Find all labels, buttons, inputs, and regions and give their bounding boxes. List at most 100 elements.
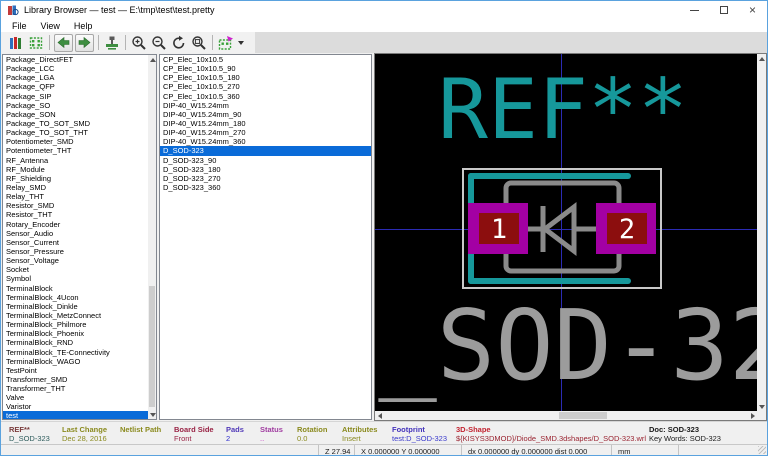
library-list-item[interactable]: TerminalBlock_WAGO (3, 357, 148, 366)
footprint-list-item[interactable]: D_SOD-323 (160, 146, 371, 155)
info-field-value: test:D_SOD-323 (392, 434, 447, 443)
scrollbar-thumb[interactable] (559, 412, 607, 419)
zoom-in-button[interactable] (129, 33, 149, 52)
library-list-item[interactable]: RF_Antenna (3, 156, 148, 165)
canvas-vscrollbar[interactable] (757, 54, 766, 411)
footprint-list: CP_Elec_10x10.5CP_Elec_10x10.5_90CP_Elec… (159, 54, 372, 420)
chevron-down-icon (238, 41, 244, 45)
scroll-up-arrow[interactable] (757, 54, 766, 63)
canvas-hscrollbar[interactable] (375, 411, 757, 420)
show-3d-viewer-button[interactable] (216, 33, 236, 52)
library-list-item[interactable]: Potentiometer_SMD (3, 137, 148, 146)
insert-footprint-button[interactable] (102, 33, 122, 52)
library-list-item[interactable]: TerminalBlock_TE-Connectivity (3, 348, 148, 357)
redraw-view-button[interactable] (169, 33, 189, 52)
library-list-item[interactable]: Sensor_Voltage (3, 256, 148, 265)
minimize-icon (690, 10, 699, 11)
close-button[interactable]: × (738, 1, 767, 19)
library-list-item[interactable]: Package_DirectFET (3, 55, 148, 64)
library-list-item[interactable]: Package_TO_SOT_THT (3, 128, 148, 137)
library-list-item[interactable]: TerminalBlock_4Ucon (3, 293, 148, 302)
footprint-list-item[interactable]: D_SOD-323_270 (160, 174, 371, 183)
relative-position: dx 0.000000 dy 0.000000 dist 0.000 (461, 445, 611, 455)
3d-viewer-icon (218, 35, 234, 51)
minimize-button[interactable] (680, 1, 709, 19)
zoom-fit-icon (191, 35, 207, 51)
library-list-item[interactable]: TerminalBlock (3, 284, 148, 293)
footprint-list-item[interactable]: DIP-40_W15.24mm_180 (160, 119, 371, 128)
footprint-list-item[interactable]: CP_Elec_10x10.5_90 (160, 64, 371, 73)
footprint-list-item[interactable]: CP_Elec_10x10.5_360 (160, 92, 371, 101)
library-list-item[interactable]: TerminalBlock_MetzConnect (3, 311, 148, 320)
select-library-button[interactable] (6, 33, 26, 52)
scroll-up-arrow[interactable] (148, 55, 157, 64)
previous-footprint-button[interactable] (54, 34, 73, 52)
library-list-item[interactable]: Resistor_THT (3, 210, 148, 219)
library-list-item[interactable]: Package_LCC (3, 64, 148, 73)
scroll-right-arrow[interactable] (748, 411, 757, 420)
library-list-item[interactable]: Rotary_Encoder (3, 220, 148, 229)
next-footprint-button[interactable] (75, 34, 94, 52)
library-list-item[interactable]: Sensor_Audio (3, 229, 148, 238)
library-list-item[interactable]: Package_SO (3, 101, 148, 110)
library-list-item[interactable]: Transformer_SMD (3, 375, 148, 384)
select-footprint-button[interactable] (26, 33, 46, 52)
footprint-list-item[interactable]: D_SOD-323_180 (160, 165, 371, 174)
library-list-item[interactable]: TerminalBlock_Phoenix (3, 329, 148, 338)
library-list-item[interactable]: Package_TO_SOT_SMD (3, 119, 148, 128)
library-list-item[interactable]: Resistor_SMD (3, 201, 148, 210)
footprint-list-item[interactable]: D_SOD-323_90 (160, 156, 371, 165)
menu-item[interactable]: File (5, 19, 34, 32)
info-field-value: D_SOD-323 (9, 434, 50, 443)
info-field-value: 0.0 (297, 434, 307, 443)
library-list-item[interactable]: Socket (3, 265, 148, 274)
scrollbar-thumb[interactable] (149, 286, 155, 407)
menu-item[interactable]: View (34, 19, 67, 32)
info-field-label: Netlist Path (120, 425, 161, 434)
scroll-down-arrow[interactable] (757, 402, 766, 411)
resize-grip[interactable] (758, 446, 766, 454)
scroll-down-arrow[interactable] (148, 410, 157, 419)
library-list-item[interactable]: Transformer_THT (3, 384, 148, 393)
maximize-button[interactable] (709, 1, 738, 19)
library-list-item[interactable]: Package_SIP (3, 92, 148, 101)
library-list-item[interactable]: Potentiometer_THT (3, 146, 148, 155)
forward-arrow-icon (78, 36, 91, 49)
3d-viewer-dropdown-button[interactable] (236, 33, 246, 52)
footprint-list-item[interactable]: CP_Elec_10x10.5_180 (160, 73, 371, 82)
scroll-left-arrow[interactable] (375, 411, 384, 420)
footprint-list-item[interactable]: DIP-40_W15.24mm_90 (160, 110, 371, 119)
library-list-item[interactable]: TerminalBlock_Dinkle (3, 302, 148, 311)
library-list-item[interactable]: Valve (3, 393, 148, 402)
menu-item[interactable]: Help (67, 19, 100, 32)
footprint-list-item[interactable]: DIP-40_W15.24mm_270 (160, 128, 371, 137)
info-field-value: .. (260, 434, 264, 443)
library-list-item[interactable]: Relay_SMD (3, 183, 148, 192)
toolbar-separator (212, 35, 213, 50)
library-list-item[interactable]: Relay_THT (3, 192, 148, 201)
footprint-list-item[interactable]: D_SOD-323_360 (160, 183, 371, 192)
library-list-item[interactable]: Package_QFP (3, 82, 148, 91)
footprint-list-item[interactable]: CP_Elec_10x10.5 (160, 55, 371, 64)
info-field-value: Dec 28, 2016 (62, 434, 107, 443)
library-list-item[interactable]: RF_Module (3, 165, 148, 174)
zoom-out-button[interactable] (149, 33, 169, 52)
footprint-list-item[interactable]: DIP-40_W15.24mm (160, 101, 371, 110)
library-list-item[interactable]: TerminalBlock_RND (3, 338, 148, 347)
library-list-item[interactable]: Sensor_Current (3, 238, 148, 247)
library-list-scrollbar[interactable] (148, 55, 156, 419)
library-list-item[interactable]: RF_Shielding (3, 174, 148, 183)
library-list-item[interactable]: test (3, 411, 148, 419)
footprint-list-item[interactable]: CP_Elec_10x10.5_270 (160, 82, 371, 91)
library-list-item[interactable]: Package_SON (3, 110, 148, 119)
footprint-canvas[interactable]: 1 2 REF** D_SOD-323 (375, 54, 757, 411)
zoom-fit-button[interactable] (189, 33, 209, 52)
library-browser-window: Library Browser — test — E:\tmp\test\tes… (0, 0, 768, 456)
footprint-list-item[interactable]: DIP-40_W15.24mm_360 (160, 137, 371, 146)
library-list-item[interactable]: Package_LGA (3, 73, 148, 82)
library-list-item[interactable]: TerminalBlock_Philmore (3, 320, 148, 329)
library-list-item[interactable]: Sensor_Pressure (3, 247, 148, 256)
library-list-item[interactable]: TestPoint (3, 366, 148, 375)
library-list-item[interactable]: Varistor (3, 402, 148, 411)
library-list-item[interactable]: Symbol (3, 274, 148, 283)
